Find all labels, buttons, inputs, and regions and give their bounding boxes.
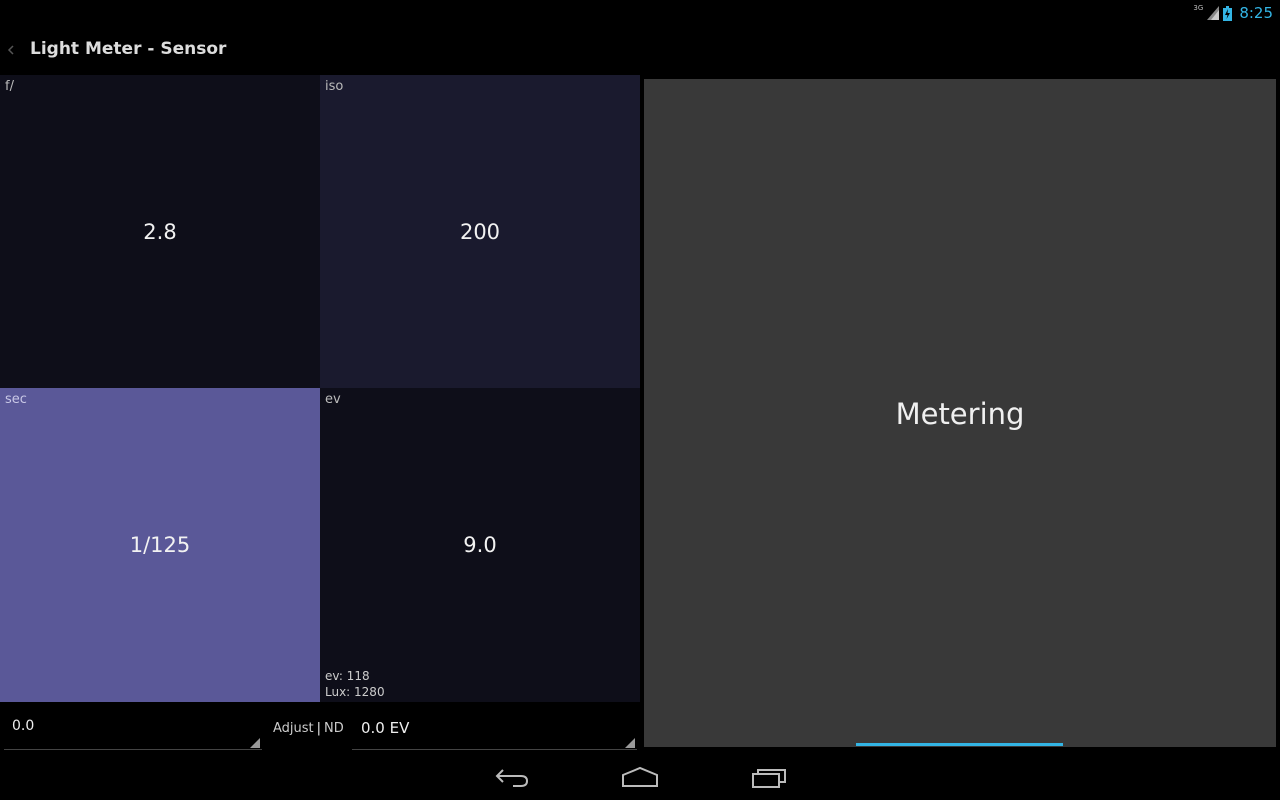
recents-icon[interactable]: [749, 764, 789, 790]
metering-progress-bar: [856, 743, 1063, 746]
page-title[interactable]: Light Meter - Sensor: [30, 39, 226, 59]
adjust-spinner-value: 0.0: [12, 718, 35, 734]
chevron-left-icon[interactable]: [5, 41, 17, 59]
nd-label: ND: [324, 721, 344, 736]
navigation-bar: [0, 752, 1280, 800]
adjust-label: Adjust: [273, 721, 314, 736]
iso-tile[interactable]: iso 200: [320, 75, 640, 388]
iso-value: 200: [459, 219, 501, 244]
shutter-value: 1/125: [129, 533, 191, 557]
back-icon[interactable]: [493, 764, 533, 790]
metering-panel[interactable]: Metering: [644, 79, 1276, 747]
aperture-tile[interactable]: f/ 2.8: [0, 75, 320, 388]
ev-info: ev: 118 Lux: 1280: [325, 668, 385, 700]
clock: 8:25: [1239, 4, 1273, 22]
battery-charging-icon: [1223, 5, 1233, 21]
status-icons: 3G 8:25: [1193, 3, 1273, 23]
signal-icon: [1207, 6, 1220, 20]
ev-compensation-value: 0.0 EV: [361, 719, 410, 737]
home-icon[interactable]: [620, 764, 660, 790]
adjust-nd-label[interactable]: Adjust | ND: [273, 721, 344, 736]
shutter-tile[interactable]: sec 1/125: [0, 388, 320, 702]
aperture-label: f/: [5, 79, 14, 94]
ev-info-lux: Lux: 1280: [325, 685, 385, 699]
ev-info-ev: ev: 118: [325, 669, 370, 683]
action-bar: Light Meter - Sensor: [0, 25, 1280, 75]
spinner-arrow-icon: [250, 738, 260, 748]
aperture-value: 2.8: [143, 219, 177, 244]
adjust-spinner[interactable]: 0.0: [4, 710, 262, 750]
metering-text: Metering: [895, 397, 1025, 431]
ev-value: 9.0: [463, 533, 497, 557]
ev-tile[interactable]: ev 9.0 ev: 118 Lux: 1280: [320, 388, 640, 702]
status-bar: 3G 8:25: [0, 0, 1280, 25]
iso-label: iso: [325, 79, 344, 94]
adjust-separator: |: [316, 721, 322, 736]
network-type: 3G: [1193, 4, 1204, 12]
controls-row: 0.0 Adjust | ND 0.0 EV: [0, 702, 640, 750]
ev-compensation-spinner[interactable]: 0.0 EV: [352, 710, 637, 750]
spinner-arrow-icon: [625, 738, 635, 748]
ev-label: ev: [325, 392, 341, 407]
shutter-label: sec: [5, 392, 27, 407]
